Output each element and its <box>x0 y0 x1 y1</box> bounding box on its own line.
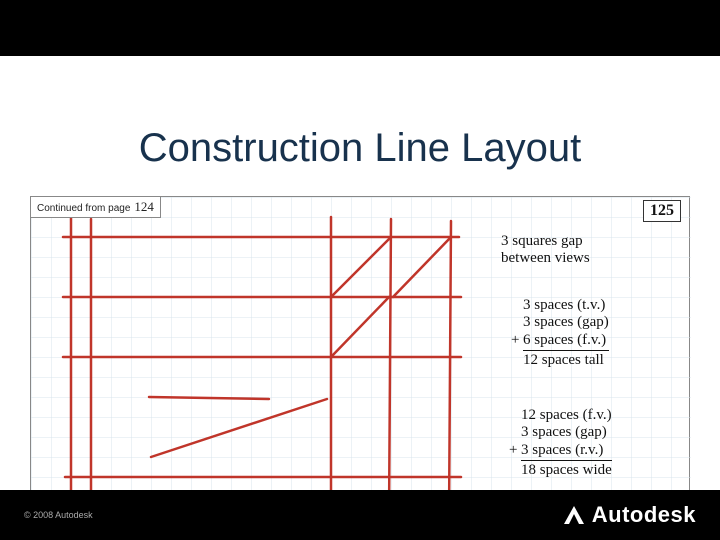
note-wide-r2: 3 spaces (gap) <box>521 424 612 441</box>
note-wide-total: 18 spaces wide <box>521 462 612 479</box>
footer: © 2008 Autodesk Autodesk <box>0 490 720 540</box>
note-gap-line2: between views <box>501 250 590 267</box>
brand-logo: Autodesk <box>562 502 696 528</box>
slide: Construction Line Layout <box>0 0 720 540</box>
autodesk-icon <box>562 504 586 526</box>
rule-line <box>523 350 609 351</box>
note-gap-line1: 3 squares gap <box>501 233 590 250</box>
note-tall-r3: 6 spaces (f.v.) <box>523 332 606 348</box>
note-tall-r1: 3 spaces (t.v.) <box>523 297 609 314</box>
note-tall-plus: + <box>511 332 519 349</box>
content-band: Construction Line Layout <box>0 56 720 490</box>
note-wide: 12 spaces (f.v.) 3 spaces (gap) + 3 spac… <box>521 407 612 479</box>
annotations: 3 squares gap between views 3 spaces (t.… <box>31 197 689 525</box>
note-wide-r3: 3 spaces (r.v.) <box>521 442 603 458</box>
note-tall: 3 spaces (t.v.) 3 spaces (gap) + 6 space… <box>523 297 609 369</box>
page-title: Construction Line Layout <box>0 126 720 171</box>
brand-text: Autodesk <box>592 502 696 528</box>
note-gap: 3 squares gap between views <box>501 233 590 268</box>
note-tall-total: 12 spaces tall <box>523 352 609 369</box>
top-band <box>0 0 720 56</box>
figure: Continued from page 124 125 3 squares ga… <box>30 196 690 526</box>
note-wide-plus: + <box>509 442 517 459</box>
note-tall-r2: 3 spaces (gap) <box>523 314 609 331</box>
copyright: © 2008 Autodesk <box>24 510 93 520</box>
note-wide-r1: 12 spaces (f.v.) <box>521 407 612 424</box>
rule-line <box>521 460 612 461</box>
